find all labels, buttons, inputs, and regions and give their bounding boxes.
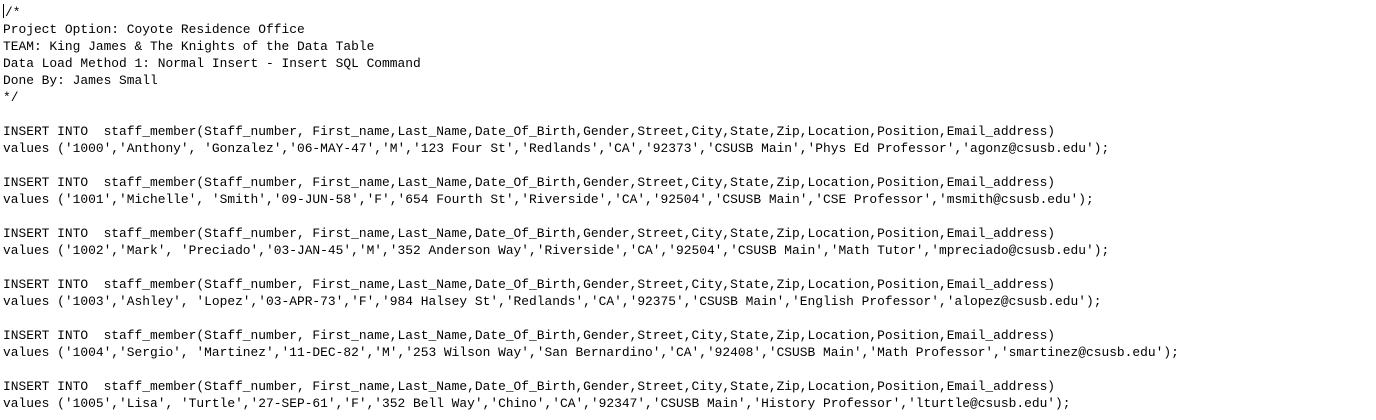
insert-line-1004: INSERT INTO staff_member(Staff_number, F… <box>3 328 1056 343</box>
comment-author-line: Done By: James Small <box>3 73 158 88</box>
insert-line-1001: INSERT INTO staff_member(Staff_number, F… <box>3 175 1056 190</box>
comment-method-line: Data Load Method 1: Normal Insert - Inse… <box>3 56 421 71</box>
comment-team-line: TEAM: King James & The Knights of the Da… <box>3 39 375 54</box>
insert-line-1000: INSERT INTO staff_member(Staff_number, F… <box>3 124 1056 139</box>
values-line-1005: values ('1005','Lisa', 'Turtle','27-SEP-… <box>3 396 1071 411</box>
insert-line-1005: INSERT INTO staff_member(Staff_number, F… <box>3 379 1056 394</box>
values-line-1000: values ('1000','Anthony', 'Gonzalez','06… <box>3 141 1110 156</box>
comment-open-line: /* <box>3 4 21 20</box>
text-editor[interactable]: /* Project Option: Coyote Residence Offi… <box>0 0 1376 420</box>
values-line-1001: values ('1001','Michelle', 'Smith','09-J… <box>3 192 1094 207</box>
insert-line-1003: INSERT INTO staff_member(Staff_number, F… <box>3 277 1056 292</box>
values-line-1002: values ('1002','Mark', 'Preciado','03-JA… <box>3 243 1110 258</box>
values-line-1003: values ('1003','Ashley', 'Lopez','03-APR… <box>3 294 1102 309</box>
insert-line-1002: INSERT INTO staff_member(Staff_number, F… <box>3 226 1056 241</box>
text-cursor <box>3 4 4 18</box>
comment-project-line: Project Option: Coyote Residence Office <box>3 22 305 37</box>
comment-close-line: */ <box>3 90 19 105</box>
values-line-1004: values ('1004','Sergio', 'Martinez','11-… <box>3 345 1179 360</box>
